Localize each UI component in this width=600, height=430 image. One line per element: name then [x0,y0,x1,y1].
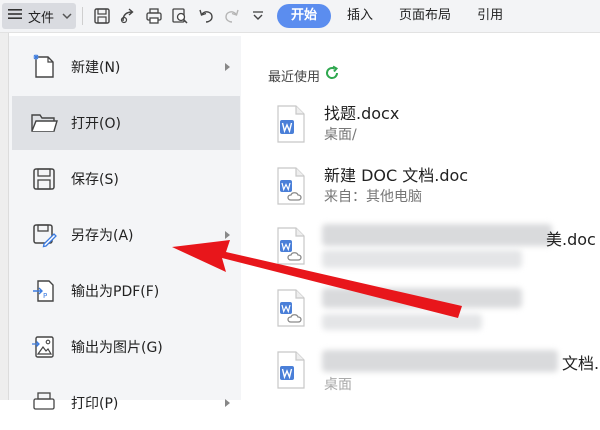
recent-doc-item[interactable] [274,284,600,336]
recent-doc-item[interactable]: 新建 DOC 文档.doc 来自：其他电脑 [274,162,600,214]
recent-title: 最近使用 [268,65,340,85]
save-icon[interactable] [91,5,113,27]
save-icon [29,164,59,194]
print-icon[interactable] [143,5,165,27]
submenu-arrow-icon [225,231,230,239]
menu-item-print[interactable]: 打印(P) [12,376,240,430]
menu-item-label: 输出为PDF(F) [71,284,160,300]
blurred-doc-name [322,224,552,246]
menu-item-save[interactable]: 保存(S) [12,152,240,206]
svg-text:P: P [43,292,47,300]
file-menu-button[interactable]: 文件 [2,3,77,29]
pdf-export-icon: P [29,276,59,306]
hamburger-icon [8,8,22,24]
doc-location: 桌面 [324,377,352,393]
menu-item-export-pdf[interactable]: P 输出为PDF(F) [12,264,240,318]
more-dropdown-icon[interactable] [247,5,269,27]
recent-doc-item[interactable]: 找题.docx 桌面/ [274,100,600,152]
tab-start[interactable]: 开始 [277,4,332,28]
print-preview-icon[interactable] [169,5,191,27]
blurred-doc-name [322,288,522,308]
blurred-doc-location [322,250,522,268]
tab-references[interactable]: 引用 [467,4,513,28]
tab-page-layout[interactable]: 页面布局 [389,4,461,28]
menu-item-label: 新建(N) [71,60,121,76]
doc-name-tail: 文档. [562,354,600,373]
submenu-arrow-icon [225,399,230,407]
tab-insert[interactable]: 插入 [337,4,383,28]
print-icon [29,388,59,418]
refresh-icon[interactable] [324,65,340,85]
new-doc-icon [29,52,59,82]
blurred-doc-name [322,350,558,372]
blurred-doc-location [322,314,482,330]
recent-doc-item[interactable]: 文档. 桌面 [274,346,600,398]
image-export-icon [29,332,59,362]
doc-name: 新建 DOC 文档.doc [324,166,469,185]
menu-item-label: 保存(S) [71,172,119,188]
toolbar: 文件 开始 插入 页面布局 引用 [0,0,600,33]
word-cloud-doc-icon [274,166,308,206]
export-icon[interactable] [117,5,139,27]
recent-files-panel: 最近使用 找题.docx 桌面/ 新建 DOC 文档.doc 来自：其他电脑 美… [242,36,600,400]
word-doc-icon [274,104,308,144]
doc-name-tail: 美.doc [546,230,596,249]
folder-icon [29,108,59,138]
doc-name: 找题.docx [324,104,400,123]
word-cloud-doc-icon [274,288,308,328]
submenu-arrow-icon [225,63,230,71]
redo-icon[interactable] [221,5,243,27]
word-doc-icon [274,350,308,390]
menu-item-label: 输出为图片(G) [71,340,163,356]
file-menu-label: 文件 [28,10,55,26]
menu-item-save-as[interactable]: 另存为(A) [12,208,240,262]
save-as-icon [29,220,59,250]
vertical-ruler [0,33,9,400]
menu-item-label: 打印(P) [71,396,119,412]
menu-item-label: 另存为(A) [71,228,134,244]
menu-item-label: 打开(O) [71,116,121,132]
menu-item-open[interactable]: 打开(O) [12,96,240,150]
recent-title-label: 最近使用 [268,69,321,85]
recent-doc-item[interactable]: 美.doc [274,222,600,274]
toolbar-divider [82,7,84,25]
chevron-down-icon [62,9,72,24]
file-menu-panel: 新建(N) 打开(O) 保存(S) 另存为(A) P 输出为PDF(F) 输出为… [9,36,241,412]
menu-item-new[interactable]: 新建(N) [12,40,240,94]
doc-location: 来自：其他电脑 [324,189,422,205]
undo-icon[interactable] [195,5,217,27]
doc-location: 桌面/ [324,127,357,143]
menu-item-export-image[interactable]: 输出为图片(G) [12,320,240,374]
word-cloud-doc-icon [274,226,308,266]
